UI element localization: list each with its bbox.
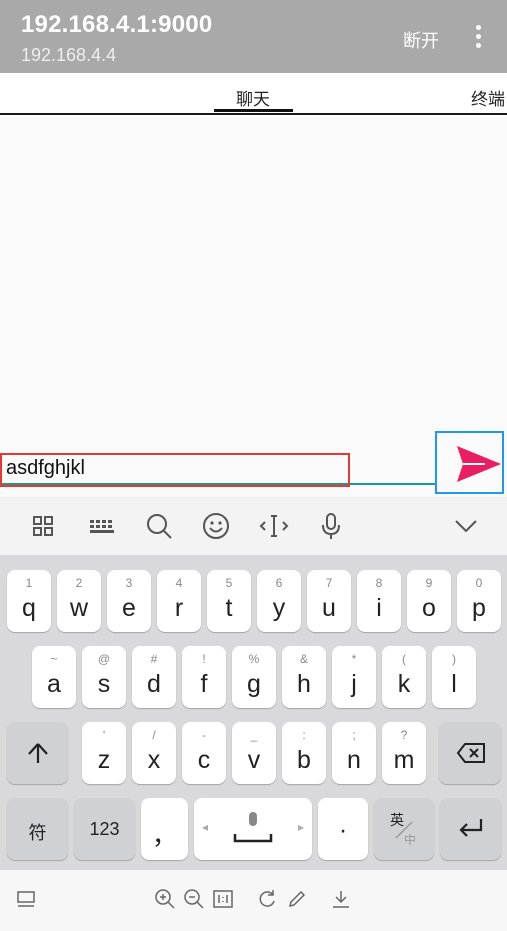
app-title: 192.168.4.1:9000: [21, 11, 213, 38]
cursor-icon[interactable]: [259, 511, 289, 541]
key-j[interactable]: * j: [332, 646, 376, 708]
comma-key[interactable]: ，: [141, 798, 188, 860]
mic-icon: [233, 812, 273, 843]
send-button[interactable]: [435, 431, 504, 494]
period-key[interactable]: ·: [318, 798, 368, 860]
mic-icon[interactable]: [316, 511, 346, 541]
key-i[interactable]: 8i: [357, 570, 401, 632]
tab-chat[interactable]: 聊天: [236, 85, 270, 110]
key-u[interactable]: 7u: [307, 570, 351, 632]
zoom-out-icon[interactable]: [183, 888, 205, 910]
key-c[interactable]: -c: [182, 722, 226, 784]
key-q[interactable]: 1q: [7, 570, 51, 632]
key-y[interactable]: 6y: [257, 570, 301, 632]
keyboard-toolbar: [0, 497, 507, 555]
screen-icon[interactable]: [15, 888, 37, 910]
zoom-in-icon[interactable]: [154, 888, 176, 910]
key-v[interactable]: _ v: [232, 722, 276, 784]
collapse-icon[interactable]: [451, 511, 481, 541]
shift-key[interactable]: [7, 722, 68, 784]
cursor-right-icon: ▸: [297, 820, 304, 834]
key-p[interactable]: 0p: [457, 570, 501, 632]
grid-icon[interactable]: [28, 511, 58, 541]
more-vert-icon[interactable]: [470, 24, 488, 50]
key-o[interactable]: 9o: [407, 570, 451, 632]
search-icon[interactable]: [144, 511, 174, 541]
key-w[interactable]: 2w: [57, 570, 101, 632]
numbers-key[interactable]: 123: [74, 798, 135, 860]
message-input-value: asdfghjkl: [6, 457, 85, 479]
bottom-bar: [0, 870, 507, 931]
cursor-left-icon: ◂: [202, 820, 209, 834]
language-key[interactable]: 英 中: [374, 798, 434, 860]
key-d[interactable]: # d: [132, 646, 176, 708]
shift-icon: [28, 743, 48, 763]
key-m[interactable]: ? m: [382, 722, 426, 784]
key-z[interactable]: ' z: [82, 722, 126, 784]
tab-terminal[interactable]: 终端: [471, 85, 505, 110]
actual-size-icon[interactable]: [212, 888, 234, 910]
enter-key[interactable]: [440, 798, 501, 860]
key-f[interactable]: ! f: [182, 646, 226, 708]
key-l[interactable]: ) l: [432, 646, 476, 708]
key-t[interactable]: 5t: [207, 570, 251, 632]
key-e[interactable]: 3e: [107, 570, 151, 632]
app-subtitle: 192.168.4.4: [21, 45, 117, 65]
key-x[interactable]: / x: [132, 722, 176, 784]
key-h[interactable]: & h: [282, 646, 326, 708]
backspace-icon: [456, 743, 485, 763]
edit-icon[interactable]: [286, 888, 308, 910]
enter-icon: [459, 819, 483, 837]
emoji-icon[interactable]: [201, 511, 231, 541]
message-input[interactable]: asdfghjkl: [0, 453, 350, 487]
rotate-icon[interactable]: [256, 888, 278, 910]
keyboard: 1q 2w 3e 4r 5t 6y 7u 8i 9o 0p ~ a @ s # d !…: [0, 555, 507, 870]
download-icon[interactable]: [330, 888, 352, 910]
key-r[interactable]: 4r: [157, 570, 201, 632]
backspace-key[interactable]: [439, 722, 501, 784]
key-a[interactable]: ~ a: [32, 646, 76, 708]
app-bar: 192.168.4.1:9000 192.168.4.4 断开: [0, 0, 507, 73]
chat-area: [0, 117, 507, 497]
symbols-key[interactable]: 符: [7, 798, 68, 860]
tab-indicator: [214, 109, 293, 112]
key-s[interactable]: @ s: [82, 646, 126, 708]
key-k[interactable]: (k: [382, 646, 426, 708]
key-n[interactable]: ; n: [332, 722, 376, 784]
keyboard-icon[interactable]: [87, 511, 117, 541]
disconnect-button[interactable]: 断开: [403, 27, 439, 53]
send-icon: [457, 446, 501, 482]
key-g[interactable]: % g: [232, 646, 276, 708]
tab-bar: 聊天 终端: [0, 73, 507, 115]
space-key[interactable]: ◂ ▸: [194, 798, 312, 860]
key-b[interactable]: :b: [282, 722, 326, 784]
